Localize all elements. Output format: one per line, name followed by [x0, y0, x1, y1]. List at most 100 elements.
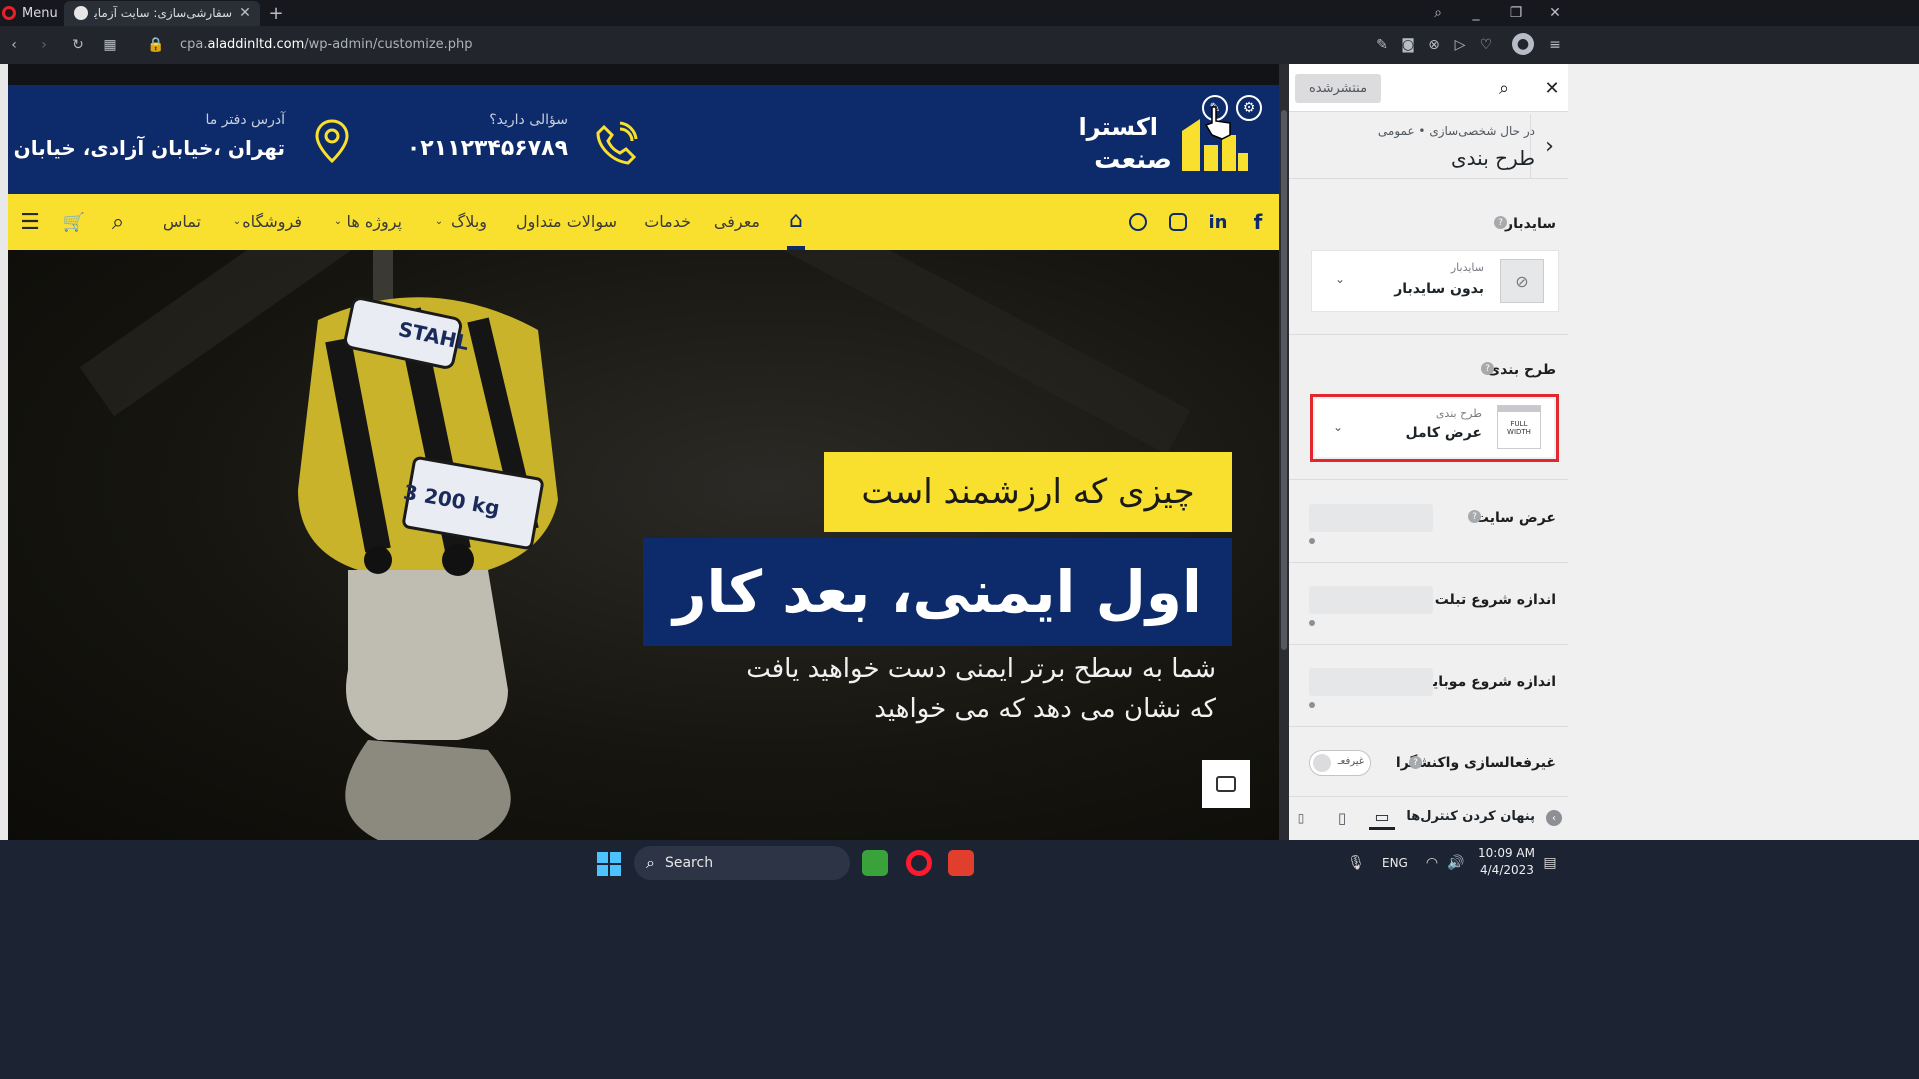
published-button[interactable]: منتشرشده [1295, 74, 1381, 103]
nav-shop[interactable]: فروشگاه [242, 212, 302, 231]
back-icon[interactable]: ‹ [4, 35, 24, 55]
facebook-icon[interactable]: f [1246, 210, 1270, 234]
browser-address-bar: ‹ › ↻ ▦ 🔒 cpa.aladdinltd.com/wp-admin/cu… [0, 26, 1919, 64]
url-field[interactable]: cpa.aladdinltd.com/wp-admin/customize.ph… [180, 37, 473, 52]
divider-1 [1289, 334, 1568, 335]
microphone-icon[interactable]: 🎙 [1346, 852, 1366, 874]
linkedin-icon[interactable]: in [1206, 210, 1230, 234]
site-width-input[interactable] [1309, 504, 1433, 532]
sidebar-select[interactable]: ⌄ سایدبار بدون سایدبار ⊘ [1311, 250, 1559, 312]
search-tabs-icon[interactable]: ⌕ [1428, 3, 1448, 23]
nav-home-icon[interactable]: ⌂ [784, 208, 808, 233]
nav-services[interactable]: خدمات [644, 212, 691, 231]
nav-projects[interactable]: پروژه ها [346, 212, 402, 231]
instagram-icon[interactable] [1166, 210, 1190, 234]
dribbble-icon[interactable] [1126, 210, 1150, 234]
hamburger-menu-icon[interactable]: ☰ [17, 209, 43, 235]
phone-icon [596, 121, 638, 165]
taskbar-search-placeholder: Search [664, 855, 714, 871]
sidebar-select-label: سایدبار [1450, 261, 1484, 274]
chat-widget-button[interactable] [1202, 760, 1250, 808]
hero-section: STAHL 3 200 kg چیزی که ارزشمند است اول ا… [8, 250, 1279, 840]
opera-menu-button[interactable]: Menu [2, 3, 58, 23]
customizer-panel: ✕ ⌕ منتشرشده › در حال شخصی‌سازی • عمومی … [1289, 64, 1919, 840]
divider-4 [1289, 644, 1568, 645]
layout-select-label: طرح بندی [1435, 407, 1482, 420]
cart-icon[interactable]: 🛒 [61, 209, 87, 235]
nav-blog[interactable]: وبلاگ [451, 212, 487, 231]
preview-left-edge [0, 64, 8, 840]
preview-scrollbar-thumb[interactable] [1281, 110, 1287, 650]
mobile-breakpoint-input[interactable] [1309, 668, 1433, 696]
browser-tab-bar: Menu سفارشی‌سازی: سایت آزمایشی علاءالدین… [0, 0, 1919, 26]
send-icon[interactable]: ▷ [1450, 35, 1470, 55]
layout-help-icon[interactable]: ? [1481, 362, 1494, 375]
browser-tab-active[interactable]: سفارشی‌سازی: سایت آزمایشی علاءالدین ✕ [64, 1, 260, 26]
layout-select-value: عرض کامل [1405, 425, 1482, 441]
easy-setup-icon[interactable]: ≡ [1545, 35, 1565, 55]
camtasia-green-icon[interactable] [862, 850, 888, 876]
windows-start-icon[interactable] [597, 852, 621, 876]
wifi-icon[interactable]: ◠ [1422, 852, 1442, 874]
language-indicator[interactable]: ENG [1382, 856, 1408, 870]
tablet-breakpoint-input[interactable] [1309, 586, 1433, 614]
opera-taskbar-icon[interactable] [906, 850, 932, 876]
nav-projects-chevron-icon: ⌄ [333, 215, 343, 227]
site-width-slider-handle[interactable] [1309, 538, 1315, 544]
layout-thumb: FULL WIDTH [1497, 405, 1541, 449]
menu-label: Menu [22, 5, 58, 21]
reload-icon[interactable]: ↻ [68, 35, 88, 55]
edit-icon[interactable]: ✎ [1372, 35, 1392, 55]
preview-tablet-icon[interactable]: ▯ [1331, 806, 1353, 830]
minimize-icon[interactable]: _ [1466, 3, 1486, 23]
hero-kicker: چیزی که ارزشمند است [861, 472, 1195, 512]
tablet-slider-handle[interactable] [1309, 620, 1315, 626]
hide-controls-label[interactable]: پنهان کردن کنترل‌ها [1406, 809, 1535, 824]
camera-icon[interactable]: ◙ [1398, 35, 1418, 55]
close-customizer-icon[interactable]: ✕ [1542, 78, 1562, 99]
taskbar-search[interactable]: ⌕ Search [634, 846, 850, 880]
section-back-button[interactable]: › [1530, 114, 1568, 178]
published-label: منتشرشده [1308, 81, 1368, 96]
nav-contact[interactable]: تماس [163, 212, 201, 231]
divider-2 [1289, 479, 1568, 480]
camtasia-red-icon[interactable] [948, 850, 974, 876]
notification-icon[interactable]: ▤ [1540, 852, 1560, 874]
sidebar-heading: سایدبار [1505, 216, 1556, 232]
url-path: /wp-admin/customize.php [304, 37, 473, 52]
tab-close-icon[interactable]: ✕ [236, 4, 254, 22]
layout-heading: طرح بندی [1487, 362, 1556, 378]
nav-intro[interactable]: معرفی [714, 212, 760, 231]
site-width-help-icon[interactable]: ? [1468, 510, 1481, 523]
windows-taskbar: ⌕ Search 🎙 ENG ◠ 🔊 10:09 AM 4/4/2023 ▤ [0, 840, 1919, 1079]
nav-faq[interactable]: سوالات متداول [516, 212, 617, 231]
heart-icon[interactable]: ♡ [1476, 35, 1496, 55]
speed-dial-icon[interactable]: ▦ [100, 35, 120, 55]
mobile-slider-handle[interactable] [1309, 702, 1315, 708]
lock-icon: 🔒 [147, 37, 165, 53]
customizer-search-icon[interactable]: ⌕ [1494, 78, 1514, 99]
hide-controls-icon[interactable]: ‹ [1546, 810, 1562, 826]
settings-shortcut-icon[interactable]: ⚙ [1236, 95, 1262, 121]
hero-sub-line2: که نشان می دهد که می خواهید [874, 694, 1216, 724]
restore-icon[interactable]: ❐ [1506, 3, 1526, 23]
sidebar-help-icon[interactable]: ? [1494, 216, 1507, 229]
forward-icon[interactable]: › [34, 35, 54, 55]
divider-5 [1289, 726, 1568, 727]
adblock-icon[interactable]: ⊗ [1424, 35, 1444, 55]
clock-time[interactable]: 10:09 AM [1478, 846, 1535, 860]
profile-avatar-icon[interactable]: ● [1512, 33, 1534, 55]
phone-number[interactable]: ۰۲۱۱۲۳۴۵۶۷۸۹ [407, 136, 568, 161]
opera-logo-icon [2, 6, 16, 20]
layout-select[interactable]: ⌄ طرح بندی عرض کامل FULL WIDTH [1315, 399, 1554, 457]
search-icon[interactable]: ⌕ [105, 209, 131, 235]
preview-mobile-icon[interactable]: ▯ [1293, 806, 1309, 830]
new-tab-icon[interactable]: + [266, 3, 286, 24]
close-window-icon[interactable]: ✕ [1545, 3, 1565, 23]
responsive-toggle[interactable]: غیرفعـ [1309, 750, 1371, 776]
responsive-help-icon[interactable]: ? [1409, 756, 1422, 769]
volume-icon[interactable]: 🔊 [1446, 852, 1466, 874]
preview-desktop-icon[interactable]: ▭ [1369, 806, 1395, 830]
clock-date[interactable]: 4/4/2023 [1480, 863, 1534, 877]
hero-beam-2 [725, 250, 1191, 455]
